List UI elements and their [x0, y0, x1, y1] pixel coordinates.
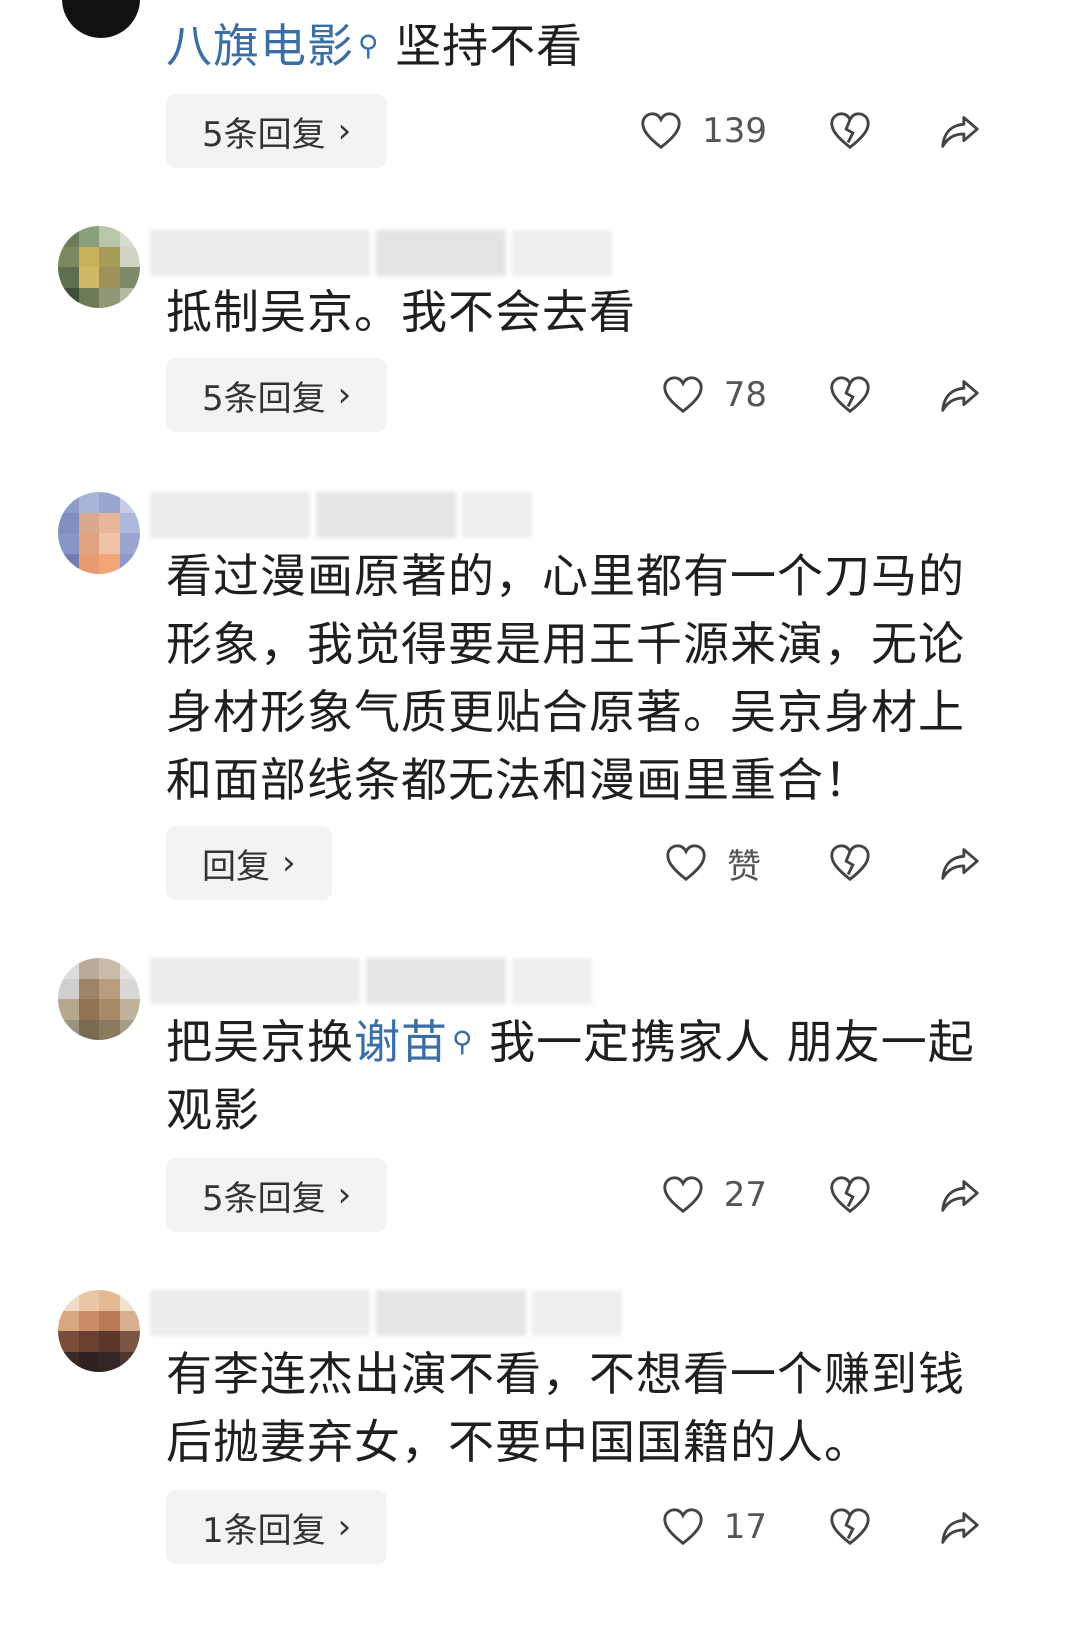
avatar-image: [58, 958, 140, 1040]
comment-actions: 78: [619, 358, 1079, 432]
search-icon[interactable]: ⚲: [358, 29, 380, 62]
broken-heart-icon[interactable]: [827, 108, 873, 154]
broken-heart-icon[interactable]: [827, 1172, 873, 1218]
comment-actions: 139: [619, 94, 1079, 168]
replies-label: 5条回复: [202, 114, 326, 155]
mention-link[interactable]: 八旗电影: [166, 19, 354, 73]
share-arrow-icon[interactable]: [937, 372, 983, 418]
heart-outline-icon[interactable]: [660, 372, 706, 418]
like-button[interactable]: 17: [660, 1490, 767, 1564]
comment-actions: 27: [619, 1158, 1079, 1232]
avatar[interactable]: [62, 0, 140, 38]
chevron-right-icon: ›: [337, 1507, 352, 1547]
replies-button[interactable]: 回复 ›: [166, 826, 332, 900]
replies-label: 5条回复: [202, 1178, 326, 1219]
comment-text: 有李连杰出演不看，不想看一个赚到钱后抛妻弃女，不要中国国籍的人。: [166, 1340, 966, 1476]
broken-heart-icon[interactable]: [827, 372, 873, 418]
avatar-image: [58, 226, 140, 308]
username-redacted: [150, 492, 532, 538]
heart-outline-icon[interactable]: [638, 108, 684, 154]
avatar[interactable]: [58, 958, 140, 1040]
like-count: 赞: [727, 846, 761, 887]
comment-text-part: 有李连杰出演不看，不想看一个赚到钱后抛妻弃女，不要中国国籍的人。: [166, 1347, 965, 1469]
replies-label: 1条回复: [202, 1510, 326, 1551]
username-redacted: [150, 230, 612, 276]
comment-text-part: 看过漫画原著的，心里都有一个刀马的形象，我觉得要是用王千源来演，无论身材形象气质…: [166, 549, 965, 807]
heart-outline-icon[interactable]: [660, 1172, 706, 1218]
heart-outline-icon[interactable]: [663, 840, 709, 886]
search-icon[interactable]: ⚲: [452, 1025, 474, 1058]
comment-text-part: 抵制吴京。我不会去看: [166, 285, 636, 339]
comment-text: 抵制吴京。我不会去看: [166, 278, 1026, 346]
avatar[interactable]: [58, 226, 140, 308]
like-button[interactable]: 27: [660, 1158, 767, 1232]
avatar-image: [58, 492, 140, 574]
share-arrow-icon[interactable]: [937, 108, 983, 154]
avatar-image: [58, 1290, 140, 1372]
username-redacted: [150, 1290, 622, 1336]
replies-button[interactable]: 1条回复 ›: [166, 1490, 388, 1564]
share-arrow-icon[interactable]: [937, 1172, 983, 1218]
mention-link[interactable]: 谢苗: [354, 1015, 448, 1069]
comment-text-part: 把吴京换: [166, 1015, 354, 1069]
share-arrow-icon[interactable]: [937, 1504, 983, 1550]
comment-text: 看过漫画原著的，心里都有一个刀马的形象，我觉得要是用王千源来演，无论身材形象气质…: [166, 542, 966, 814]
comment-text-part: 坚持不看: [379, 19, 584, 73]
avatar[interactable]: [58, 492, 140, 574]
broken-heart-icon[interactable]: [827, 840, 873, 886]
chevron-right-icon: ›: [337, 111, 352, 151]
chevron-right-icon: ›: [282, 843, 296, 883]
comment-actions: 赞: [619, 826, 1079, 900]
like-count: 17: [723, 1507, 767, 1547]
share-arrow-icon[interactable]: [937, 840, 983, 886]
replies-button[interactable]: 5条回复 ›: [166, 94, 388, 168]
username-redacted: [150, 958, 592, 1004]
chevron-right-icon: ›: [337, 1175, 352, 1215]
like-button[interactable]: 139: [638, 94, 767, 168]
replies-button[interactable]: 5条回复 ›: [166, 1158, 388, 1232]
replies-button[interactable]: 5条回复 ›: [166, 358, 388, 432]
like-count: 139: [702, 111, 767, 151]
replies-label: 回复: [202, 846, 270, 887]
comment-actions: 17: [619, 1490, 1079, 1564]
like-count: 27: [723, 1175, 767, 1215]
like-count: 78: [723, 375, 767, 415]
chevron-right-icon: ›: [337, 375, 352, 415]
like-button[interactable]: 赞: [663, 826, 767, 900]
heart-outline-icon[interactable]: [660, 1504, 706, 1550]
replies-label: 5条回复: [202, 378, 326, 419]
broken-heart-icon[interactable]: [827, 1504, 873, 1550]
avatar[interactable]: [58, 1290, 140, 1372]
comment-text: 八旗电影 ⚲ 坚持不看: [166, 12, 1026, 80]
like-button[interactable]: 78: [660, 358, 767, 432]
comment-text: 把吴京换谢苗 ⚲ 我一定携家人 朋友一起观影: [166, 1008, 986, 1144]
